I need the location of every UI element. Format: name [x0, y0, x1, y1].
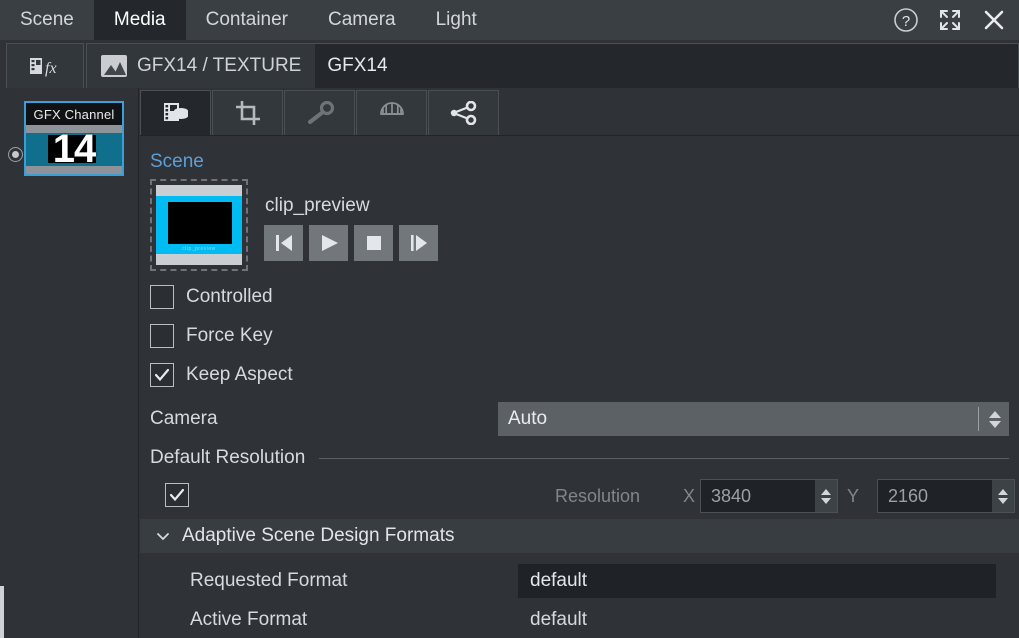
document-tab[interactable]: GFX14 / TEXTURE GFX14 [86, 43, 1019, 88]
svg-text:?: ? [902, 13, 910, 30]
menu-item-light[interactable]: Light [416, 0, 497, 40]
channel-radio[interactable] [8, 147, 23, 162]
channel-sidebar: GFX Channel 14 [0, 88, 139, 638]
fullscreen-icon[interactable] [937, 7, 963, 33]
close-icon[interactable] [981, 7, 1007, 33]
active-format-value: default [530, 609, 587, 631]
requested-format-value: default [518, 570, 587, 592]
resolution-y-label: Y [847, 486, 859, 507]
keep-aspect-checkbox[interactable] [150, 363, 174, 387]
stop-button[interactable] [354, 225, 393, 261]
resolution-label: Resolution [555, 486, 640, 507]
document-tab-row: fx GFX14 / TEXTURE GFX14 [0, 40, 1019, 88]
media-tab[interactable] [140, 90, 211, 135]
camera-label: Camera [150, 408, 218, 430]
force-key-label: Force Key [186, 325, 273, 347]
controlled-checkbox[interactable] [150, 285, 174, 309]
chevron-down-icon [156, 531, 170, 541]
thumb-bar-top [156, 185, 242, 196]
camera-spinner[interactable] [987, 411, 1009, 428]
document-name: GFX14 [315, 44, 1018, 88]
resolution-x-value: 3840 [701, 486, 815, 507]
window-controls: ? [893, 0, 1019, 40]
requested-format-input[interactable]: default [518, 564, 996, 598]
breadcrumb: GFX14 / TEXTURE [137, 55, 301, 77]
main-menubar: Scene Media Container Camera Light ? [0, 0, 1019, 40]
svg-text:fx: fx [45, 60, 57, 77]
menubar-spacer [497, 0, 893, 40]
camera-select[interactable]: Auto [498, 402, 1009, 436]
keep-aspect-label: Keep Aspect [186, 364, 293, 386]
resolution-x-input[interactable]: 3840 [700, 479, 838, 513]
image-icon [101, 55, 127, 77]
menu-item-media[interactable]: Media [94, 0, 186, 40]
resolution-row: Resolution X 3840 Y 2160 [150, 479, 1009, 513]
play-button[interactable] [309, 225, 348, 261]
menu-item-camera[interactable]: Camera [308, 0, 416, 40]
skip-start-button[interactable] [264, 225, 303, 261]
thumb-black-area [168, 202, 232, 244]
key-tab[interactable] [284, 90, 355, 135]
clip-name-label: clip_preview [265, 195, 370, 217]
menu-item-scene[interactable]: Scene [0, 0, 94, 40]
clip-thumbnail[interactable]: clip_preview [150, 179, 248, 271]
property-tab-strip [140, 88, 1019, 136]
thumb-bar-bottom [156, 254, 242, 265]
crop-tab[interactable] [212, 90, 283, 135]
thumb-center: clip_preview [156, 196, 242, 254]
camera-row: Camera Auto [150, 402, 1009, 436]
adaptive-formats-label: Adaptive Scene Design Formats [182, 525, 454, 547]
camera-divider [978, 407, 979, 431]
thumb-caption: clip_preview [156, 246, 242, 252]
requested-format-label: Requested Format [190, 570, 347, 592]
effects-tab[interactable]: fx [6, 43, 84, 88]
step-forward-button[interactable] [399, 225, 438, 261]
checkbox-row-controlled[interactable]: Controlled [150, 285, 273, 309]
menu-item-container[interactable]: Container [186, 0, 308, 40]
camera-value: Auto [498, 408, 978, 430]
checkbox-row-force-key[interactable]: Force Key [150, 324, 273, 348]
resolution-x-label: X [683, 486, 695, 507]
force-key-checkbox[interactable] [150, 324, 174, 348]
channel-number: 14 [53, 133, 96, 166]
thumb-body: 14 [26, 133, 122, 166]
checkbox-row-keep-aspect[interactable]: Keep Aspect [150, 363, 293, 387]
adaptive-formats-section-header[interactable]: Adaptive Scene Design Formats [140, 519, 1019, 553]
channel-caption: GFX Channel [26, 103, 122, 125]
resolution-x-spinner[interactable] [815, 480, 837, 512]
scene-section-title: Scene [150, 151, 204, 173]
header-rule [319, 458, 1009, 459]
resolution-y-value: 2160 [878, 486, 992, 507]
resolution-y-input[interactable]: 2160 [877, 479, 1015, 513]
controlled-label: Controlled [186, 286, 273, 308]
default-resolution-label: Default Resolution [150, 447, 305, 469]
requested-format-row: Requested Format default [140, 564, 1019, 598]
dome-tab[interactable] [356, 90, 427, 135]
help-icon[interactable]: ? [893, 7, 919, 33]
default-resolution-header: Default Resolution [150, 447, 1009, 469]
resolution-y-spinner[interactable] [992, 480, 1014, 512]
active-format-row: Active Format default [140, 603, 1019, 637]
active-format-label: Active Format [190, 609, 307, 631]
clip-thumbnail-inner: clip_preview [156, 185, 242, 265]
properties-panel: Scene clip_preview clip_preview [140, 137, 1019, 638]
default-resolution-checkbox[interactable] [165, 483, 189, 507]
transport-controls [264, 225, 438, 261]
gfx-channel-thumbnail[interactable]: GFX Channel 14 [24, 101, 124, 176]
nodes-tab[interactable] [428, 90, 499, 135]
sidebar-scrollbar[interactable] [0, 586, 4, 638]
